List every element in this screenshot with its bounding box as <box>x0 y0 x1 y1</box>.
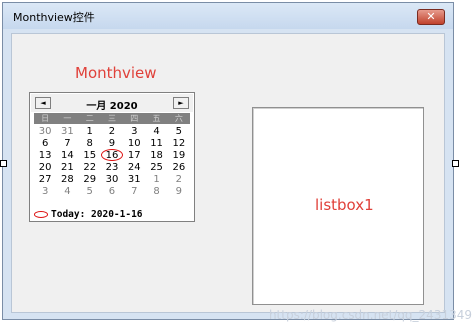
calendar-header: ◄ 一月 2020 ► <box>31 94 193 112</box>
day-cell[interactable]: 7 <box>56 138 78 150</box>
day-cell[interactable]: 8 <box>79 138 101 150</box>
day-cell[interactable]: 28 <box>56 174 78 186</box>
weekday-label: 六 <box>174 114 183 123</box>
weekday-header-row: 日一二三四五六 <box>34 113 190 124</box>
day-cell[interactable]: 2 <box>168 174 190 186</box>
day-cell[interactable]: 19 <box>168 150 190 162</box>
window-title: Monthview控件 <box>13 11 95 24</box>
day-cell[interactable]: 11 <box>145 138 167 150</box>
weekday-label: 一 <box>63 114 72 123</box>
day-cell[interactable]: 24 <box>123 162 145 174</box>
day-cell[interactable]: 12 <box>168 138 190 150</box>
day-cell[interactable]: 2 <box>101 126 123 138</box>
monthview-caption: Monthview <box>75 64 157 82</box>
day-cell[interactable]: 26 <box>168 162 190 174</box>
weekday-label: 二 <box>85 114 94 123</box>
weekday-label: 五 <box>152 114 161 123</box>
day-cell[interactable]: 4 <box>56 186 78 198</box>
day-cell[interactable]: 6 <box>101 186 123 198</box>
day-cell[interactable]: 22 <box>79 162 101 174</box>
day-cell[interactable]: 29 <box>79 174 101 186</box>
resize-handle-left[interactable] <box>0 160 7 167</box>
weekday-label: 日 <box>41 114 50 123</box>
day-cell[interactable]: 5 <box>79 186 101 198</box>
day-cell[interactable]: 31 <box>123 174 145 186</box>
day-cell[interactable]: 3 <box>123 126 145 138</box>
day-cell[interactable]: 30 <box>34 126 56 138</box>
resize-handle-right[interactable] <box>452 160 459 167</box>
day-cell[interactable]: 27 <box>34 174 56 186</box>
next-month-button[interactable]: ► <box>173 97 189 109</box>
day-cell[interactable]: 25 <box>145 162 167 174</box>
day-cell[interactable]: 15 <box>79 150 101 162</box>
form-window: Monthview控件 ✕ Monthview ◄ 一月 2020 ► 日 一 二 三… <box>2 2 454 320</box>
weekday-label: 三 <box>107 114 116 123</box>
day-cell[interactable]: 30 <box>101 174 123 186</box>
watermark-text: https://blog.csdn.net/qq_2431349 <box>268 308 472 322</box>
form-client-area: Monthview ◄ 一月 2020 ► 日一二三四五六 30 31 1 2 3 4 5 6… <box>11 33 445 313</box>
close-button[interactable]: ✕ <box>417 9 445 25</box>
day-cell[interactable]: 1 <box>79 126 101 138</box>
listbox-caption: listbox1 <box>315 196 374 214</box>
title-bar[interactable]: Monthview控件 ✕ <box>3 3 453 29</box>
day-cell[interactable]: 31 <box>56 126 78 138</box>
today-label: Today: 2020-1-16 <box>51 209 143 220</box>
day-cell[interactable]: 4 <box>145 126 167 138</box>
day-cell[interactable]: 21 <box>56 162 78 174</box>
day-cell[interactable]: 17 <box>123 150 145 162</box>
day-grid[interactable]: 30 31 1 2 3 4 5 6 7 8 9 10 11 12 13 14 15 16 17 18 19 20 21 22 2… <box>34 126 190 198</box>
today-footer[interactable]: Today: 2020-1-16 <box>34 209 143 220</box>
today-circle-icon <box>34 211 48 218</box>
month-year-label[interactable]: 一月 2020 <box>31 97 193 112</box>
day-cell[interactable]: 13 <box>34 150 56 162</box>
day-cell[interactable]: 10 <box>123 138 145 150</box>
day-cell[interactable]: 7 <box>123 186 145 198</box>
day-cell[interactable]: 5 <box>168 126 190 138</box>
day-cell[interactable]: 23 <box>101 162 123 174</box>
day-cell[interactable]: 20 <box>34 162 56 174</box>
day-cell[interactable]: 3 <box>34 186 56 198</box>
day-cell[interactable]: 8 <box>145 186 167 198</box>
weekday-label: 四 <box>130 114 139 123</box>
day-cell-today[interactable]: 16 <box>100 149 124 162</box>
day-cell[interactable]: 1 <box>145 174 167 186</box>
monthview-calendar[interactable]: ◄ 一月 2020 ► 日一二三四五六 30 31 1 2 3 4 5 6 7 8 9 10 11 12 1… <box>29 92 195 222</box>
day-cell[interactable]: 6 <box>34 138 56 150</box>
day-cell[interactable]: 18 <box>145 150 167 162</box>
listbox1[interactable]: listbox1 <box>252 107 424 305</box>
day-cell[interactable]: 14 <box>56 150 78 162</box>
day-cell[interactable]: 9 <box>168 186 190 198</box>
